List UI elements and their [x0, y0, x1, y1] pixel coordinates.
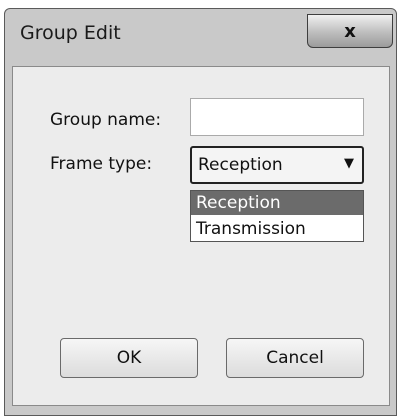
- option-reception[interactable]: Reception: [191, 191, 363, 215]
- cancel-button-label: Cancel: [266, 348, 324, 368]
- frame-type-label: Frame type:: [50, 154, 153, 174]
- window-title: Group Edit: [20, 22, 121, 44]
- cancel-button[interactable]: Cancel: [226, 338, 364, 378]
- frame-type-select[interactable]: Reception ▼: [190, 146, 364, 184]
- group-name-input[interactable]: [190, 98, 364, 136]
- ok-button[interactable]: OK: [60, 338, 198, 378]
- frame-type-selected-value: Reception: [198, 155, 283, 175]
- option-transmission[interactable]: Transmission: [191, 217, 363, 241]
- ok-button-label: OK: [116, 348, 142, 368]
- chevron-down-icon: ▼: [344, 156, 354, 171]
- close-icon: x: [344, 20, 356, 42]
- close-button[interactable]: x: [307, 14, 393, 48]
- frame-type-dropdown-list: Reception Transmission: [190, 190, 364, 242]
- group-name-label: Group name:: [50, 110, 162, 130]
